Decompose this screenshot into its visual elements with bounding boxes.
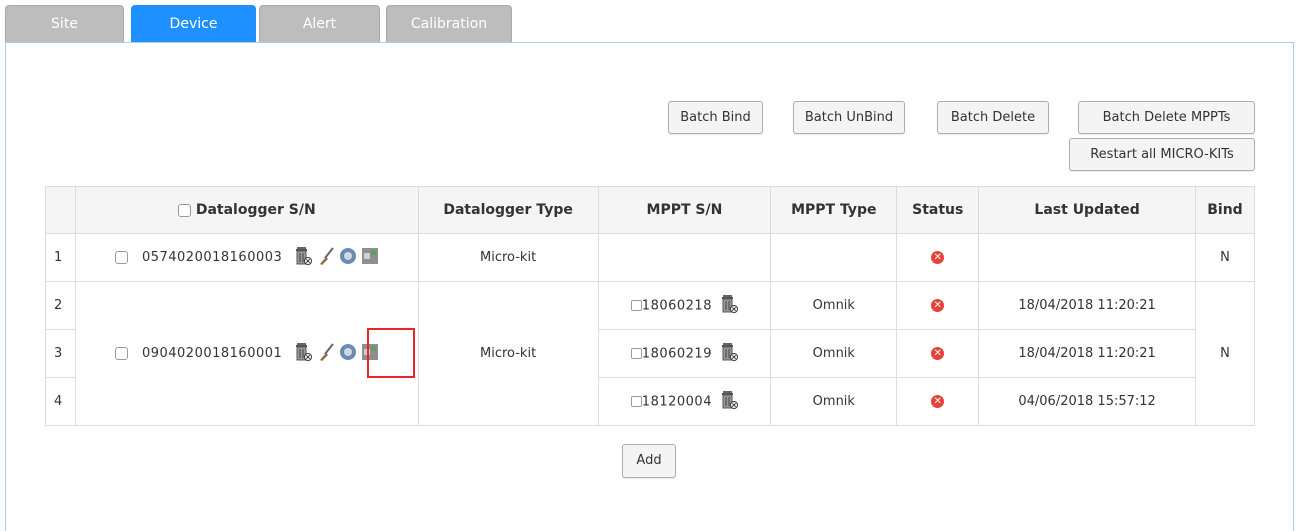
- status-header: Status: [896, 186, 980, 234]
- mppt-type-cell: Omnik: [770, 329, 898, 378]
- index-header: [45, 186, 76, 234]
- tab-label: Alert: [302, 16, 337, 32]
- status-error-icon: ✕: [931, 395, 945, 408]
- restart-all-microkits-button[interactable]: Restart all MICRO-KITs: [1069, 138, 1255, 171]
- datalogger-type-header: Datalogger Type: [417, 186, 599, 234]
- row-index: 1: [45, 233, 76, 282]
- datalogger-sn-header: Datalogger S/N: [74, 186, 419, 234]
- tab-site[interactable]: Site: [5, 5, 124, 43]
- settings-icon[interactable]: [339, 247, 357, 269]
- status-error-icon: ✕: [931, 251, 945, 264]
- bind-cell: N: [1194, 233, 1256, 282]
- mppt-sn-cell: 18060218: [597, 281, 772, 330]
- row-checkbox[interactable]: [114, 251, 128, 264]
- delete-mppt-icon[interactable]: [720, 390, 739, 414]
- mppt-sn-cell: [597, 233, 772, 282]
- last-updated-cell: 18/04/2018 11:20:21: [978, 281, 1196, 330]
- bind-header: Bind: [1194, 186, 1256, 234]
- delete-mppt-icon[interactable]: [720, 294, 739, 318]
- tab-device[interactable]: Device: [131, 5, 256, 43]
- batch-delete-button[interactable]: Batch Delete: [937, 101, 1049, 134]
- table-row: 1 0574020018160003 Micro-kit ✕ N: [45, 233, 1256, 282]
- row-checkbox[interactable]: [114, 347, 128, 360]
- datalogger-sn: 0904020018160001: [141, 346, 283, 361]
- bind-cell: N: [1194, 281, 1256, 426]
- last-updated-cell: [978, 233, 1196, 282]
- tab-alert[interactable]: Alert: [259, 5, 380, 43]
- mppt-checkbox[interactable]: [630, 396, 642, 407]
- mppt-type-cell: Omnik: [770, 281, 898, 330]
- status-error-icon: ✕: [931, 299, 945, 312]
- delete-icon[interactable]: [294, 342, 313, 366]
- mppt-sn: 18060218: [641, 298, 712, 313]
- table-header-row: Datalogger S/N Datalogger Type MPPT S/N …: [45, 186, 1256, 234]
- mppt-sn-cell: 18060219: [597, 329, 772, 378]
- mppt-type-cell: [770, 233, 898, 282]
- mppt-checkbox[interactable]: [630, 300, 642, 311]
- status-cell: ✕: [896, 233, 980, 282]
- delete-mppt-icon[interactable]: [720, 342, 739, 366]
- status-cell: ✕: [896, 377, 980, 426]
- row-index: 4: [45, 377, 76, 426]
- broom-icon[interactable]: [317, 246, 335, 270]
- mppt-sn: 18060219: [641, 346, 712, 361]
- tab-calibration[interactable]: Calibration: [386, 5, 512, 43]
- add-button[interactable]: Add: [622, 444, 676, 478]
- broom-icon[interactable]: [317, 342, 335, 366]
- mppt-type-cell: Omnik: [770, 377, 898, 426]
- datalogger-type-cell: Micro-kit: [417, 281, 599, 426]
- restart-icon[interactable]: [361, 343, 379, 365]
- row-index: 2: [45, 281, 76, 330]
- last-updated-cell: 18/04/2018 11:20:21: [978, 329, 1196, 378]
- datalogger-sn: 0574020018160003: [141, 250, 283, 265]
- batch-delete-mppts-button[interactable]: Batch Delete MPPTs: [1078, 101, 1255, 134]
- datalogger-sn-cell: 0904020018160001: [74, 281, 419, 426]
- mppt-checkbox[interactable]: [630, 348, 642, 359]
- last-updated-cell: 04/06/2018 15:57:12: [978, 377, 1196, 426]
- delete-icon[interactable]: [294, 246, 313, 270]
- device-table: Datalogger S/N Datalogger Type MPPT S/N …: [45, 186, 1256, 426]
- status-cell: ✕: [896, 329, 980, 378]
- tab-label: Site: [51, 16, 78, 32]
- batch-unbind-button[interactable]: Batch UnBind: [793, 101, 905, 134]
- status-error-icon: ✕: [931, 347, 945, 360]
- restart-icon[interactable]: [361, 247, 379, 269]
- select-all-checkbox[interactable]: [177, 203, 191, 217]
- last-updated-header: Last Updated: [978, 186, 1196, 234]
- table-row: 2 0904020018160001 Micro-kit 18060218 Om…: [45, 281, 1256, 426]
- status-cell: ✕: [896, 281, 980, 330]
- settings-icon[interactable]: [339, 343, 357, 365]
- datalogger-sn-header-label: Datalogger S/N: [195, 202, 316, 218]
- tab-label: Device: [169, 16, 218, 32]
- mppt-sn-header: MPPT S/N: [597, 186, 772, 234]
- datalogger-sn-cell: 0574020018160003: [74, 233, 419, 282]
- mppt-sn-cell: 18120004: [597, 377, 772, 426]
- batch-bind-button[interactable]: Batch Bind: [668, 101, 763, 134]
- datalogger-type-cell: Micro-kit: [417, 233, 599, 282]
- tab-label: Calibration: [410, 16, 488, 32]
- mppt-sn: 18120004: [641, 394, 712, 409]
- row-index: 3: [45, 329, 76, 378]
- mppt-type-header: MPPT Type: [770, 186, 898, 234]
